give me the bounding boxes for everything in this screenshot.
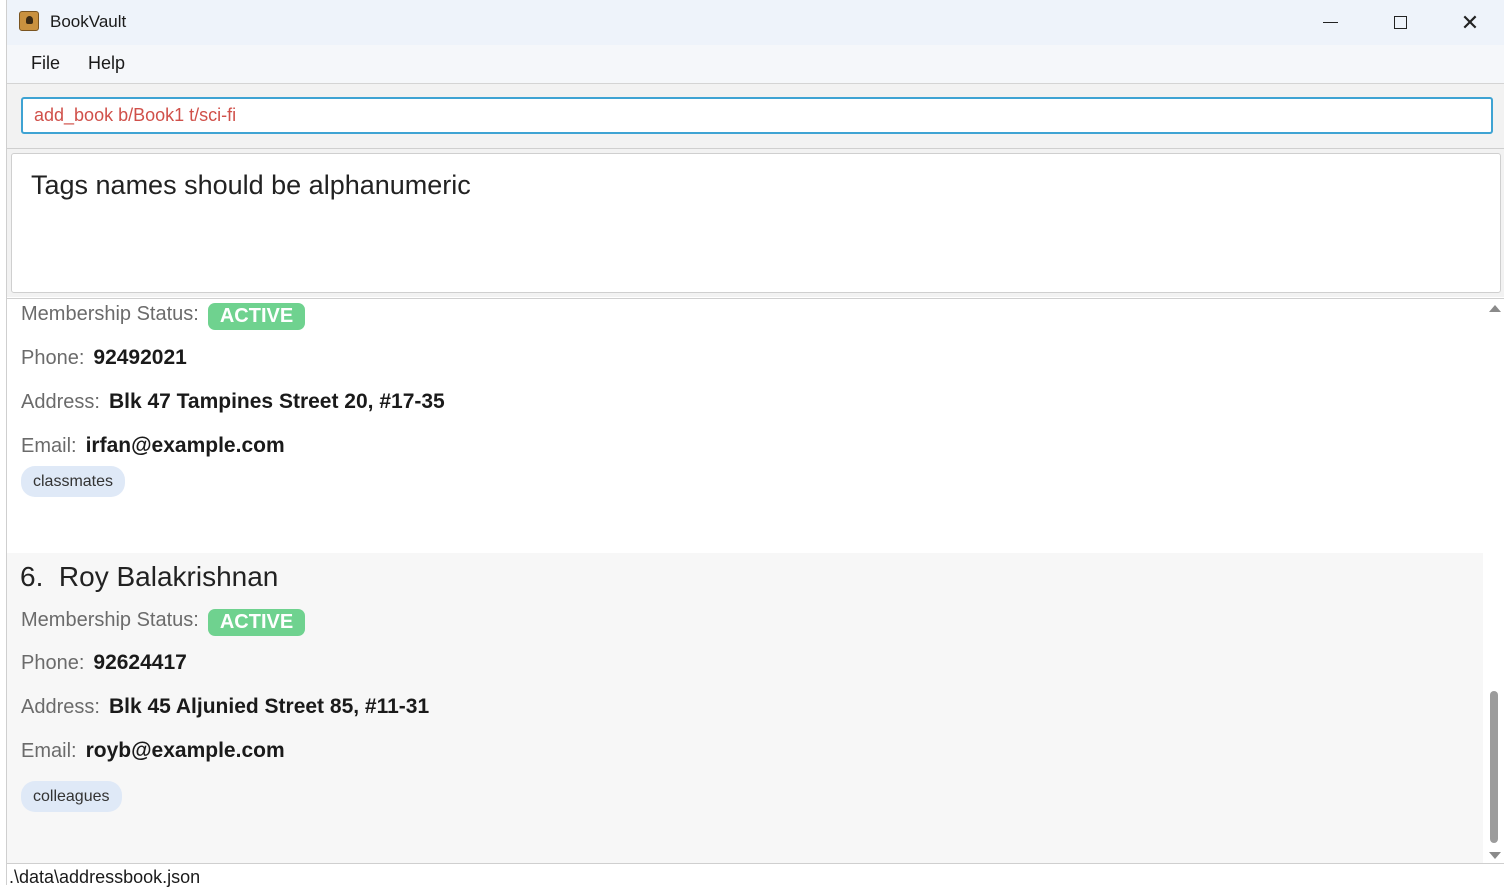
member-list[interactable]: Membership Status: ACTIVE Phone: 9249202… [7, 298, 1504, 864]
status-badge: ACTIVE [207, 609, 306, 636]
tag-chip: classmates [21, 466, 126, 497]
command-input[interactable] [21, 97, 1493, 134]
address-value: Blk 45 Aljunied Street 85, #11-31 [108, 695, 430, 718]
membership-status-row: Membership Status: ACTIVE [21, 301, 306, 330]
email-row: Email: royb@example.com [21, 739, 285, 763]
status-bar: .\data\addressbook.json [7, 863, 1504, 887]
window-title: BookVault [50, 12, 127, 31]
scroll-down-icon[interactable] [1489, 852, 1501, 859]
phone-value: 92624417 [93, 651, 187, 674]
member-name-text: Roy Balakrishnan [58, 561, 279, 592]
phone-label: Phone: [21, 347, 85, 369]
member-card[interactable]: Membership Status: ACTIVE Phone: 9249202… [7, 299, 1483, 553]
minimize-button[interactable] [1295, 0, 1365, 45]
tag-chip: colleagues [21, 781, 122, 812]
membership-status-row: Membership Status: ACTIVE [21, 607, 306, 636]
status-badge: ACTIVE [207, 303, 306, 330]
email-value: royb@example.com [85, 739, 285, 762]
result-box[interactable]: Tags names should be alphanumeric [11, 153, 1501, 293]
title-bar[interactable]: BookVault ✕ [7, 0, 1504, 45]
membership-status-label: Membership Status: [21, 609, 199, 631]
membership-status-label: Membership Status: [21, 303, 199, 325]
address-label: Address: [21, 391, 100, 413]
close-button[interactable]: ✕ [1435, 0, 1504, 45]
scroll-up-icon[interactable] [1489, 305, 1501, 312]
email-label: Email: [21, 740, 77, 762]
result-display: Tags names should be alphanumeric [7, 149, 1504, 297]
address-row: Address: Blk 47 Tampines Street 20, #17-… [21, 390, 445, 414]
address-label: Address: [21, 696, 100, 718]
app-window: BookVault ✕ File Help Tags names should … [6, 0, 1504, 887]
email-value: irfan@example.com [85, 434, 285, 457]
result-message: Tags names should be alphanumeric [31, 170, 471, 200]
phone-row: Phone: 92624417 [21, 651, 187, 675]
phone-row: Phone: 92492021 [21, 346, 187, 370]
menu-help[interactable]: Help [88, 53, 125, 74]
email-label: Email: [21, 435, 77, 457]
maximize-button[interactable] [1365, 0, 1435, 45]
close-icon: ✕ [1460, 9, 1480, 35]
member-index: 6. [20, 561, 44, 592]
minimize-icon [1322, 22, 1338, 23]
menu-file[interactable]: File [31, 53, 60, 74]
member-name: 6. Roy Balakrishnan [20, 561, 278, 593]
app-logo-icon [19, 11, 39, 31]
vertical-scrollbar[interactable] [1485, 299, 1504, 864]
member-card[interactable]: 6. Roy Balakrishnan Membership Status: A… [7, 553, 1483, 864]
menu-bar: File Help [7, 45, 1504, 84]
address-value: Blk 47 Tampines Street 20, #17-35 [108, 390, 445, 413]
phone-value: 92492021 [93, 346, 187, 369]
address-row: Address: Blk 45 Aljunied Street 85, #11-… [21, 695, 429, 719]
email-row: Email: irfan@example.com [21, 434, 285, 458]
scrollbar-thumb[interactable] [1490, 691, 1498, 843]
command-box [7, 84, 1504, 149]
maximize-icon [1393, 16, 1407, 29]
phone-label: Phone: [21, 652, 85, 674]
